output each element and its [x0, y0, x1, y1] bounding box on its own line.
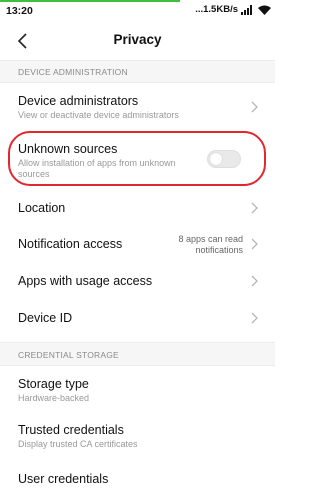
- row-value-line-2: notifications: [195, 245, 243, 255]
- row-user-credentials[interactable]: User credentials: [0, 460, 275, 489]
- row-title: Location: [18, 201, 66, 215]
- network-speed: ...1.5KB/s: [195, 4, 238, 15]
- status-time: 13:20: [6, 5, 33, 17]
- row-subtitle: Display trusted CA certificates: [18, 439, 138, 449]
- chevron-right-icon: [251, 101, 258, 113]
- chevron-right-icon: [251, 202, 258, 214]
- row-apps-usage-access[interactable]: Apps with usage access: [0, 263, 275, 299]
- page-title: Privacy: [113, 32, 162, 47]
- section-label: CREDENTIAL STORAGE: [18, 350, 119, 360]
- row-storage-type: Storage type Hardware-backed: [0, 368, 275, 410]
- wifi-icon: [258, 5, 271, 15]
- signal-icon: [241, 4, 255, 15]
- section-label: DEVICE ADMINISTRATION: [18, 67, 128, 77]
- row-notification-access[interactable]: Notification access 8 apps can read noti…: [0, 226, 275, 262]
- section-credential-storage: CREDENTIAL STORAGE: [0, 342, 275, 366]
- highlight-annotation: [8, 131, 266, 186]
- chevron-right-icon: [251, 238, 258, 250]
- section-device-administration: DEVICE ADMINISTRATION: [0, 60, 275, 83]
- app-header: Privacy: [0, 22, 275, 60]
- row-title: User credentials: [18, 472, 109, 486]
- row-device-administrators[interactable]: Device administrators View or deactivate…: [0, 84, 275, 129]
- status-bar: 13:20 ...1.5KB/s: [0, 0, 275, 22]
- row-trusted-credentials[interactable]: Trusted credentials Display trusted CA c…: [0, 414, 275, 456]
- row-subtitle: View or deactivate device administrators: [18, 110, 179, 120]
- progress-line: [0, 0, 180, 2]
- status-indicators: ...1.5KB/s: [195, 4, 271, 15]
- chevron-right-icon: [251, 275, 258, 287]
- row-device-id[interactable]: Device ID: [0, 300, 275, 336]
- row-location[interactable]: Location: [0, 190, 275, 226]
- row-value-line-1: 8 apps can read: [178, 234, 243, 244]
- row-title: Device administrators: [18, 94, 139, 108]
- row-title: Device ID: [18, 311, 73, 325]
- row-title: Notification access: [18, 237, 123, 251]
- row-title: Apps with usage access: [18, 274, 153, 288]
- chevron-right-icon: [251, 312, 258, 324]
- row-subtitle: Hardware-backed: [18, 393, 90, 403]
- row-title: Trusted credentials: [18, 423, 124, 437]
- row-title: Storage type: [18, 377, 89, 391]
